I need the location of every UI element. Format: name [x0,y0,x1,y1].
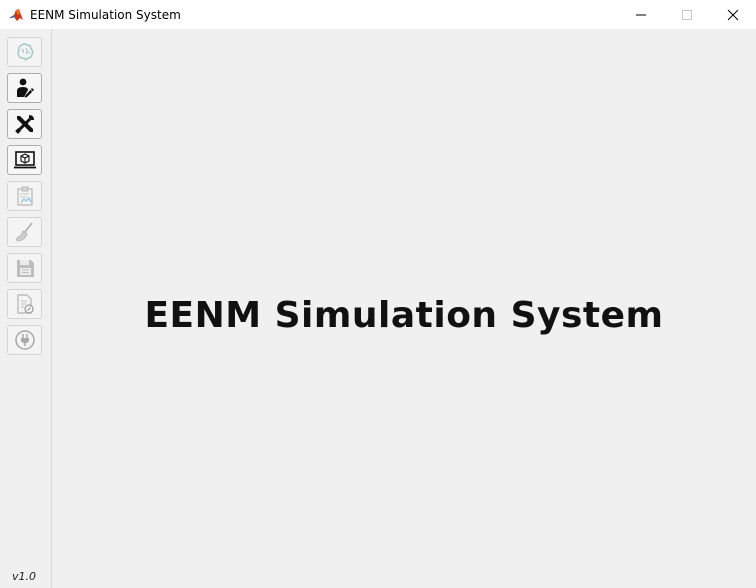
close-icon [727,9,739,20]
close-button[interactable] [710,0,756,29]
app-window: EENM Simulation System v1.0 EENM Simulat… [0,0,756,588]
sidebar-toolbar: v1.0 [0,29,52,588]
minimize-icon [636,14,646,15]
broom-button[interactable] [7,217,42,247]
main-panel: EENM Simulation System [52,29,756,588]
tools-button[interactable] [7,109,42,139]
brain-button[interactable] [7,37,42,67]
brain-icon [16,43,33,61]
document-settings-button[interactable] [7,289,42,319]
maximize-icon [682,9,692,20]
monitor-3d-icon [13,151,36,169]
document-settings-icon [16,294,34,314]
window-controls [618,0,756,29]
version-label: v1.0 [12,570,37,583]
tools-icon [14,115,34,134]
user-edit-icon [16,78,34,98]
splash-title: EENM Simulation System [144,295,664,336]
matlab-icon [8,6,24,23]
clipboard-chart-button[interactable] [7,181,42,211]
save-icon [16,260,34,277]
save-button[interactable] [7,253,42,283]
monitor-3d-button[interactable] [7,145,42,175]
power-plug-button[interactable] [7,325,42,355]
minimize-button[interactable] [618,0,664,29]
user-edit-button[interactable] [7,73,42,103]
power-plug-icon [14,330,35,350]
clipboard-chart-icon [16,186,33,206]
broom-icon [15,222,33,242]
window-title: EENM Simulation System [30,7,181,22]
maximize-button[interactable] [664,0,710,29]
title-bar[interactable]: EENM Simulation System [0,0,756,29]
